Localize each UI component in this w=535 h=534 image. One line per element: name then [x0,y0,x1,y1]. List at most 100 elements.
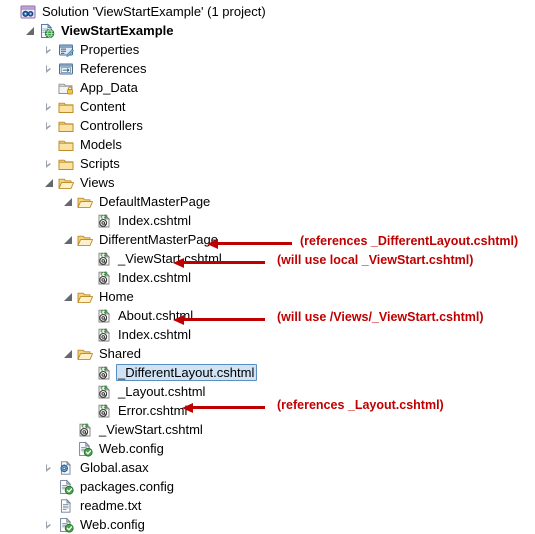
cshtml-icon: c# [96,213,112,229]
chevron-right-icon[interactable] [42,43,55,56]
chevron-down-icon[interactable] [61,195,74,208]
arrow-shaft [191,406,265,409]
annotation-arrow [173,257,265,268]
tree-item-label: Models [80,137,122,152]
tree-item-label: Index.cshtml [118,327,191,342]
tree-item-label: readme.txt [80,498,142,513]
text-file-icon [58,498,74,514]
tree-item-label: Index.cshtml [118,270,191,285]
tree-item[interactable]: Views [42,173,117,192]
chevron-down-icon[interactable] [42,176,55,189]
tree-item[interactable]: c# _ViewStart.cshtml [61,420,206,439]
tree-item[interactable]: DefaultMasterPage [61,192,213,211]
tree-item-label: Error.cshtml [118,403,188,418]
tree-item-label: Content [80,99,126,114]
tree-item-label: App_Data [80,80,138,95]
tree-item[interactable]: DifferentMasterPage [61,230,221,249]
tree-item[interactable]: References [42,59,149,78]
folder-icon [58,137,74,153]
tree-item-label: Global.asax [80,460,149,475]
references-icon [58,61,74,77]
tree-item-label: ViewStartExample [61,23,174,38]
tree-item-label: DifferentMasterPage [99,232,218,247]
annotation-text: (references _Layout.cshtml) [277,398,444,412]
chevron-right-icon[interactable] [42,157,55,170]
properties-icon [58,42,74,58]
annotation-text: (will use local _ViewStart.cshtml) [277,253,474,267]
folder-icon [58,156,74,172]
config-icon [58,478,74,495]
tree-item[interactable]: Home [61,287,137,306]
folder-icon [58,99,74,115]
tree-item[interactable]: Models [42,135,125,154]
annotation-arrow [173,314,265,325]
cshtml-icon: c# [96,251,112,267]
cshtml-icon: c# [96,308,112,324]
arrow-shaft [216,242,292,245]
chevron-down-icon[interactable] [23,24,36,37]
arrow-shaft [182,261,265,264]
tree-item-label: _ViewStart.cshtml [99,422,203,437]
tree-item[interactable]: Controllers [42,116,146,135]
tree-item[interactable]: c# _DifferentLayout.cshtml [80,363,258,382]
config-icon [77,440,93,457]
annotation-text: (will use /Views/_ViewStart.cshtml) [277,310,484,324]
annotation-arrow [182,402,265,413]
tree-item-label: DefaultMasterPage [99,194,211,209]
tree-item[interactable]: Shared [61,344,144,363]
tree-item-label: _DifferentLayout.cshtml [116,364,258,381]
chevron-right-icon[interactable] [42,119,55,132]
tree-item[interactable]: Solution 'ViewStartExample' (1 project) [4,2,269,21]
tree-item[interactable]: packages.config [42,477,177,496]
tree-item-label: Properties [80,42,140,57]
tree-item-label: Controllers [80,118,143,133]
tree-item-label: Shared [99,346,141,361]
chevron-right-icon[interactable] [42,100,55,113]
annotation-text: (references _DifferentLayout.cshtml) [300,234,519,248]
chevron-down-icon[interactable] [61,233,74,246]
tree-item[interactable]: Global.asax [42,458,152,477]
cshtml-icon: c# [96,403,112,419]
folder-locked-icon [58,80,74,96]
cshtml-icon: c# [96,365,112,381]
project-web-icon [39,22,55,39]
cshtml-icon: c# [96,327,112,343]
annotation-arrow [207,238,292,249]
tree-item[interactable]: Scripts [42,154,123,173]
folder-open-icon [77,194,93,210]
folder-open-icon [77,289,93,305]
tree-item[interactable]: Content [42,97,129,116]
tree-item[interactable]: c# Index.cshtml [80,325,194,344]
chevron-down-icon[interactable] [61,290,74,303]
tree-item-label: Web.config [99,441,164,456]
tree-item[interactable]: Properties [42,40,142,59]
chevron-right-icon[interactable] [42,461,55,474]
tree-item[interactable]: c# Error.cshtml [80,401,190,420]
tree-item-label: packages.config [80,479,174,494]
tree-item[interactable]: Web.config [61,439,167,458]
cshtml-icon: c# [96,270,112,286]
tree-item-label: _Layout.cshtml [118,384,206,399]
folder-icon [58,118,74,134]
tree-item-label: Index.cshtml [118,213,191,228]
folder-open-icon [77,232,93,248]
tree-item-label: References [80,61,147,76]
chevron-down-icon[interactable] [61,347,74,360]
tree-item-label: Views [80,175,115,190]
folder-open-icon [77,346,93,362]
tree-item[interactable]: c# Index.cshtml [80,211,194,230]
asax-icon [58,460,74,476]
cshtml-icon: c# [77,422,93,438]
tree-item-label: Scripts [80,156,120,171]
tree-item-label: Home [99,289,134,304]
tree-item[interactable]: ViewStartExample [23,21,176,40]
arrow-shaft [182,318,265,321]
tree-item[interactable]: c# Index.cshtml [80,268,194,287]
tree-item-label: Solution 'ViewStartExample' (1 project) [42,4,266,19]
tree-item[interactable]: App_Data [42,78,141,97]
tree-item[interactable]: readme.txt [42,496,144,515]
solution-icon [20,4,36,20]
cshtml-icon: c# [96,384,112,400]
chevron-right-icon[interactable] [42,62,55,75]
tree-item[interactable]: c# _Layout.cshtml [80,382,208,401]
